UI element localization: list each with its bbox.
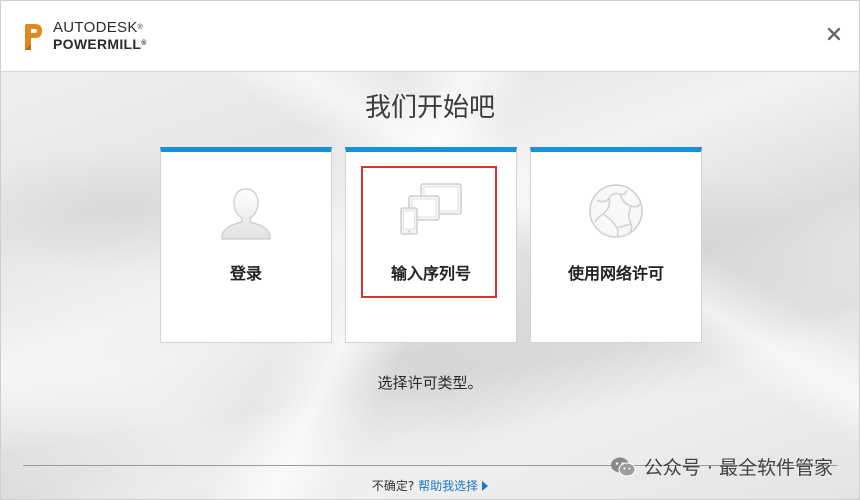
network-license-label: 使用网络许可 (567, 264, 664, 283)
play-arrow-icon[interactable] (482, 481, 489, 491)
powermill-logo-icon (25, 24, 42, 50)
footer-question: 不确定? (371, 479, 415, 493)
page-title: 我们开始吧 (364, 93, 495, 123)
selection-highlight-box (361, 166, 497, 298)
brand-trademark: ® (137, 24, 144, 31)
help-me-choose-link[interactable]: 帮助我选择 (418, 479, 478, 493)
wechat-icon (610, 457, 636, 476)
brand-product: POWERMILL (53, 36, 142, 52)
license-dialog-window: AUTODESK® POWERMILL® 我们开始吧 登录 输入序列号 使用网络… (0, 0, 860, 500)
network-license-card[interactable]: 使用网络许可 (530, 147, 702, 343)
brand-wordmark: AUTODESK® POWERMILL® (53, 19, 147, 53)
watermark-text: 公众号 · 最全软件管家 (643, 457, 833, 479)
watermark: 公众号 · 最全软件管家 (610, 453, 833, 480)
user-silhouette-icon (221, 188, 271, 240)
title-bar: AUTODESK® POWERMILL® (1, 1, 859, 72)
close-icon[interactable] (827, 27, 841, 41)
brand-trademark-2: ® (141, 40, 147, 47)
brand-company: AUTODESK (53, 19, 138, 36)
sign-in-label: 登录 (229, 264, 262, 283)
license-type-prompt: 选择许可类型。 (377, 374, 483, 392)
network-globe-icon (589, 184, 643, 238)
sign-in-card[interactable]: 登录 (160, 147, 332, 343)
